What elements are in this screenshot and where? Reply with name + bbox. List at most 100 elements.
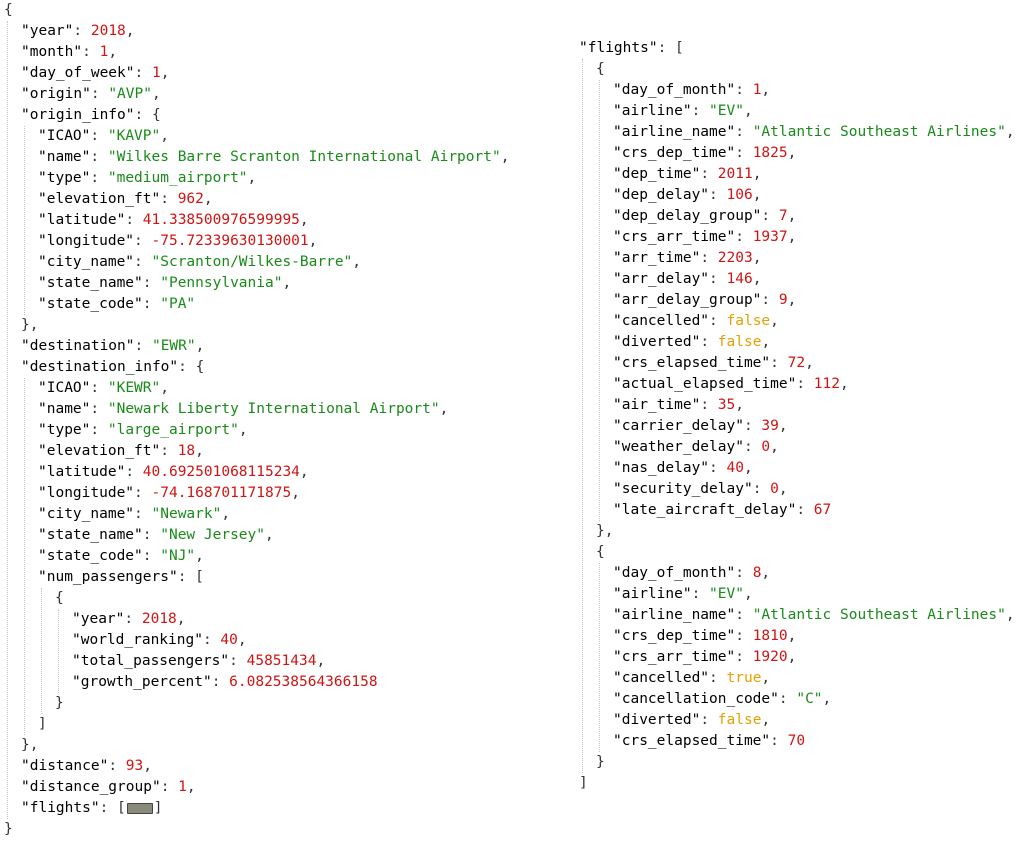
json-bracket[interactable]: { bbox=[55, 590, 64, 606]
json-field-destination: "destination": "EWR", bbox=[4, 336, 509, 357]
json-key: "cancelled" bbox=[613, 670, 710, 686]
json-bracket[interactable]: { bbox=[152, 107, 161, 123]
json-key: "longitude" bbox=[38, 233, 135, 249]
json-field-np-growth-percent: "growth_percent": 6.082538564366158 bbox=[4, 672, 509, 693]
json-key: "elevation_ft" bbox=[38, 191, 161, 207]
json-field-np-world-ranking: "world_ranking": 40, bbox=[4, 630, 509, 651]
json-value: 1 bbox=[99, 44, 109, 60]
json-field-dest-latitude: "latitude": 40.692501068115234, bbox=[4, 462, 509, 483]
collapsed-ellipsis-icon[interactable] bbox=[126, 802, 153, 814]
json-field-f2-diverted: "diverted": false, bbox=[579, 710, 1015, 731]
json-bracket[interactable]: ] bbox=[579, 775, 588, 791]
json-value: "large_airport" bbox=[107, 422, 239, 438]
json-value: 146 bbox=[726, 271, 753, 287]
json-key: "state_name" bbox=[38, 275, 143, 291]
json-comma: , bbox=[761, 712, 771, 728]
json-bracket[interactable]: [ bbox=[675, 40, 684, 56]
json-bracket[interactable]: }, bbox=[21, 737, 38, 753]
json-colon: : bbox=[90, 380, 108, 396]
json-value: 0 bbox=[761, 439, 771, 455]
json-value: 112 bbox=[813, 376, 840, 392]
json-bracket[interactable]: { bbox=[196, 359, 205, 375]
json-value: 72 bbox=[787, 355, 806, 371]
json-bracket[interactable]: } bbox=[4, 821, 13, 837]
json-field-flights: "flights": [ bbox=[579, 38, 1015, 59]
json-comma: , bbox=[299, 212, 309, 228]
json-bracket[interactable]: ] bbox=[38, 716, 47, 732]
json-bracket[interactable]: ] bbox=[154, 800, 163, 816]
json-bracket[interactable]: { bbox=[596, 61, 605, 77]
json-field-f1-late-aircraft-delay: "late_aircraft_delay": 67 bbox=[579, 500, 1015, 521]
json-field-dest-name: "name": "Newark Liberty International Ai… bbox=[4, 399, 509, 420]
json-bracket[interactable]: } bbox=[596, 754, 605, 770]
json-colon: : bbox=[709, 313, 727, 329]
json-bracket[interactable]: { bbox=[4, 2, 13, 18]
json-key: "destination_info" bbox=[21, 359, 179, 375]
json-field-f1-air-time: "air_time": 35, bbox=[579, 395, 1015, 416]
json-value: "NJ" bbox=[160, 548, 196, 564]
json-value: false bbox=[717, 712, 762, 728]
json-comma: , bbox=[1005, 607, 1015, 623]
json-field-f1-airline: "airline": "EV", bbox=[579, 101, 1015, 122]
json-field-origin-type: "type": "medium_airport", bbox=[4, 168, 509, 189]
json-value: 40.692501068115234 bbox=[142, 464, 300, 480]
flight-1-close: }, bbox=[579, 521, 1015, 542]
json-comma: , bbox=[221, 506, 231, 522]
json-bracket[interactable]: }, bbox=[21, 317, 38, 333]
json-colon: : bbox=[90, 170, 108, 186]
json-value: 67 bbox=[813, 502, 832, 518]
json-key: "crs_elapsed_time" bbox=[613, 355, 771, 371]
json-value: 45851434 bbox=[246, 653, 317, 669]
json-value: 93 bbox=[125, 758, 144, 774]
json-bracket[interactable]: } bbox=[55, 695, 64, 711]
json-bracket[interactable]: [ bbox=[117, 800, 126, 816]
json-comma: , bbox=[176, 611, 186, 627]
json-value: 1 bbox=[151, 65, 161, 81]
json-colon: : bbox=[202, 632, 221, 648]
json-value: 18 bbox=[177, 443, 196, 459]
json-colon: : bbox=[691, 586, 710, 602]
json-key: "airline" bbox=[613, 103, 692, 119]
json-value: "Atlantic Southeast Airlines" bbox=[752, 607, 1006, 623]
json-field-origin-state: "state_name": "Pennsylvania", bbox=[4, 273, 509, 294]
json-key: "crs_elapsed_time" bbox=[613, 733, 771, 749]
json-bracket[interactable]: [ bbox=[195, 569, 204, 585]
json-field-f1-arr-time: "arr_time": 2203, bbox=[579, 248, 1015, 269]
json-comma: , bbox=[743, 460, 753, 476]
indent-guide bbox=[41, 588, 42, 714]
json-key: "late_aircraft_delay" bbox=[613, 502, 797, 518]
json-key: "name" bbox=[38, 149, 91, 165]
flight-1-open: { bbox=[579, 59, 1015, 80]
json-bracket[interactable]: { bbox=[596, 544, 605, 560]
json-value: 106 bbox=[726, 187, 753, 203]
json-key: "airline_name" bbox=[613, 607, 736, 623]
json-colon: : bbox=[134, 233, 152, 249]
json-comma: , bbox=[752, 166, 762, 182]
json-bracket[interactable]: }, bbox=[596, 523, 613, 539]
json-colon: : bbox=[134, 254, 152, 270]
json-field-origin-longitude: "longitude": -75.72339630130001, bbox=[4, 231, 509, 252]
json-field-f1-carrier-delay: "carrier_delay": 39, bbox=[579, 416, 1015, 437]
json-colon: : bbox=[709, 670, 727, 686]
json-key: "name" bbox=[38, 401, 91, 417]
json-comma: , bbox=[308, 233, 318, 249]
json-comma: , bbox=[787, 292, 797, 308]
json-key: "airline" bbox=[613, 586, 692, 602]
json-value: 6.082538564366158 bbox=[229, 674, 378, 690]
json-key: "ICAO" bbox=[38, 380, 91, 396]
json-field-f1-arr-delay: "arr_delay": 146, bbox=[579, 269, 1015, 290]
json-field-dest-icao: "ICAO": "KEWR", bbox=[4, 378, 509, 399]
json-value: false bbox=[726, 313, 771, 329]
json-colon: : bbox=[735, 607, 753, 623]
json-key: "distance_group" bbox=[21, 779, 161, 795]
num-passengers-close: ] bbox=[4, 714, 509, 735]
json-colon: : bbox=[134, 338, 152, 354]
json-key: "state_name" bbox=[38, 527, 143, 543]
json-comma: , bbox=[500, 149, 510, 165]
json-colon: : bbox=[99, 800, 118, 816]
json-field-f1-arr-delay-group: "arr_delay_group": 9, bbox=[579, 290, 1015, 311]
json-comma: , bbox=[761, 334, 771, 350]
json-colon: : bbox=[90, 422, 108, 438]
json-value: 2018 bbox=[90, 23, 126, 39]
json-key: "distance" bbox=[21, 758, 109, 774]
